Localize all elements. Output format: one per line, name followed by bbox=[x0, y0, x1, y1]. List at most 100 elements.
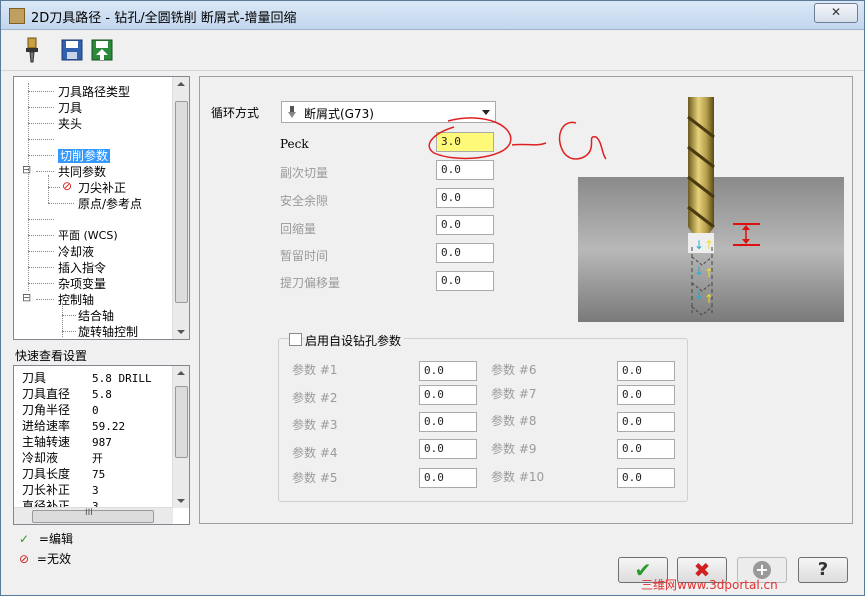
toolbar bbox=[1, 30, 864, 71]
scroll-down-icon[interactable] bbox=[177, 330, 185, 334]
scroll-thumb[interactable] bbox=[175, 386, 188, 458]
tree-item-tool[interactable]: 刀具 bbox=[58, 99, 82, 116]
legend-edit-label: =编辑 bbox=[38, 532, 73, 546]
shift-label: 提刀偏移量 bbox=[280, 276, 341, 290]
tree-item-axis-combo[interactable]: 结合轴 bbox=[78, 307, 114, 324]
param-2-field[interactable]: 0.0 bbox=[419, 385, 477, 405]
dwell-label: 暂留时间 bbox=[280, 249, 329, 263]
tree-item-plane[interactable]: 平面 (WCS) bbox=[58, 227, 118, 243]
quick-view-hscrollbar[interactable]: III bbox=[14, 507, 173, 524]
tree-connector bbox=[28, 155, 54, 156]
scroll-up-icon[interactable] bbox=[177, 371, 185, 375]
safe-clearance-field[interactable]: 0.0 bbox=[436, 188, 494, 208]
tree-connector bbox=[48, 187, 60, 188]
safe-clearance-label: 安全余隙 bbox=[280, 194, 329, 208]
tree-connector bbox=[28, 267, 54, 268]
quick-row: 刀具长度 75 bbox=[22, 465, 105, 482]
tree-item-holder[interactable]: 夹头 bbox=[58, 115, 82, 132]
param-3-label: 参数 #3 bbox=[292, 418, 338, 432]
save-icon[interactable] bbox=[59, 36, 85, 64]
tree-item-cut-params[interactable]: 切削参数 bbox=[58, 147, 111, 164]
tree-connector bbox=[28, 219, 54, 220]
tree-item-rotary-control[interactable]: 旋转轴控制 bbox=[78, 323, 138, 339]
param-6-field[interactable]: 0.0 bbox=[617, 361, 675, 381]
scroll-up-icon[interactable] bbox=[177, 82, 185, 86]
tree-scrollbar[interactable] bbox=[172, 77, 189, 339]
sub-peck-label: 副次切量 bbox=[280, 166, 329, 180]
param-10-label: 参数 #10 bbox=[491, 470, 545, 484]
drill-cycle-illustration: ↓ ↑ ↓ ↑ ↓ ↑ bbox=[578, 97, 844, 322]
tree-item-common-params[interactable]: 共同参数 bbox=[58, 163, 106, 180]
tree-connector bbox=[36, 299, 54, 300]
svg-text:↑: ↑ bbox=[704, 292, 714, 306]
tree-connector bbox=[48, 175, 49, 203]
peck-label: Peck bbox=[280, 137, 309, 151]
retract-field[interactable]: 0.0 bbox=[436, 215, 494, 235]
tool-icon[interactable] bbox=[19, 36, 45, 64]
quick-value: 5.8 bbox=[92, 388, 112, 401]
param-7-field[interactable]: 0.0 bbox=[617, 385, 675, 405]
help-icon: ? bbox=[817, 559, 829, 580]
tree-item-axis-control[interactable]: 控制轴 bbox=[58, 291, 94, 308]
close-button[interactable]: ✕ bbox=[814, 3, 858, 23]
tree-connector bbox=[28, 91, 54, 92]
param-9-label: 参数 #9 bbox=[491, 442, 537, 456]
parameter-tree: 刀具路径类型 刀具 夹头 切削参数 ⊟ 共同参数 ⊘ 刀尖补正 原点/参考点 平… bbox=[13, 76, 190, 340]
tree-item-toolpath-type[interactable]: 刀具路径类型 bbox=[58, 83, 130, 100]
param-8-field[interactable]: 0.0 bbox=[617, 412, 675, 432]
invalid-icon: ⊘ bbox=[62, 179, 73, 193]
legend-edit: ✓ =编辑 bbox=[19, 530, 73, 547]
quick-key: 刀长补正 bbox=[22, 483, 71, 497]
quick-row: 冷却液 开 bbox=[22, 449, 103, 466]
shift-field[interactable]: 0.0 bbox=[436, 271, 494, 291]
param-10-field[interactable]: 0.0 bbox=[617, 468, 675, 488]
quick-value: 0 bbox=[92, 404, 99, 417]
param-4-field[interactable]: 0.0 bbox=[419, 439, 477, 459]
svg-text:↑: ↑ bbox=[704, 266, 714, 280]
param-5-field[interactable]: 0.0 bbox=[419, 468, 477, 488]
quick-row: 刀长补正 3 bbox=[22, 481, 99, 498]
retract-label: 回缩量 bbox=[280, 222, 317, 236]
scroll-down-icon[interactable] bbox=[177, 499, 185, 503]
tree-connector bbox=[28, 139, 54, 140]
quick-view-scrollbar[interactable] bbox=[172, 366, 189, 508]
help-button[interactable]: ? bbox=[798, 557, 848, 583]
quick-key: 进给速率 bbox=[22, 419, 71, 433]
param-1-label: 参数 #1 bbox=[292, 363, 338, 377]
scroll-thumb[interactable] bbox=[175, 101, 188, 303]
tree-item-misc-values[interactable]: 杂项变量 bbox=[58, 275, 106, 292]
app-icon bbox=[9, 8, 25, 24]
quick-row: 刀角半径 0 bbox=[22, 401, 99, 418]
quick-value: 59.22 bbox=[92, 420, 126, 433]
invalid-icon: ⊘ bbox=[19, 552, 30, 566]
tree-item-coolant[interactable]: 冷却液 bbox=[58, 243, 94, 260]
quick-value: 5.8 DRILL bbox=[92, 372, 152, 385]
quick-value: 3 bbox=[92, 484, 99, 497]
collapse-icon[interactable]: ⊟ bbox=[22, 291, 31, 304]
tree-connector bbox=[28, 107, 54, 108]
tree-item-label: 切削参数 bbox=[58, 149, 111, 163]
dwell-field[interactable]: 0.0 bbox=[436, 243, 494, 263]
tree-item-tip-comp[interactable]: 刀尖补正 bbox=[78, 179, 126, 196]
save-load-icon[interactable] bbox=[89, 36, 115, 64]
quick-value: 开 bbox=[92, 452, 103, 465]
window-title: 2D刀具路径 - 钻孔/全圆铣削 断屑式-增量回缩 bbox=[31, 11, 297, 26]
collapse-icon[interactable]: ⊟ bbox=[22, 163, 31, 176]
param-9-field[interactable]: 0.0 bbox=[617, 439, 675, 459]
param-1-field[interactable]: 0.0 bbox=[419, 361, 477, 381]
quick-key: 刀角半径 bbox=[22, 403, 71, 417]
tree-connector bbox=[36, 171, 54, 172]
tree-item-origin[interactable]: 原点/参考点 bbox=[78, 195, 142, 212]
param-3-field[interactable]: 0.0 bbox=[419, 412, 477, 432]
quick-key: 冷却液 bbox=[22, 451, 59, 465]
hscroll-thumb[interactable]: III bbox=[32, 508, 154, 523]
svg-text:↑: ↑ bbox=[704, 238, 714, 252]
quick-key: 刀具长度 bbox=[22, 467, 71, 481]
svg-text:↓: ↓ bbox=[694, 288, 704, 302]
tree-item-canned-text[interactable]: 插入指令 bbox=[58, 259, 106, 276]
tree-connector bbox=[62, 331, 76, 332]
grip-icon: III bbox=[85, 508, 93, 518]
quick-row: 刀具直径 5.8 bbox=[22, 385, 112, 402]
legend-invalid-label: =无效 bbox=[36, 552, 71, 566]
enable-custom-checkbox[interactable] bbox=[289, 333, 302, 346]
